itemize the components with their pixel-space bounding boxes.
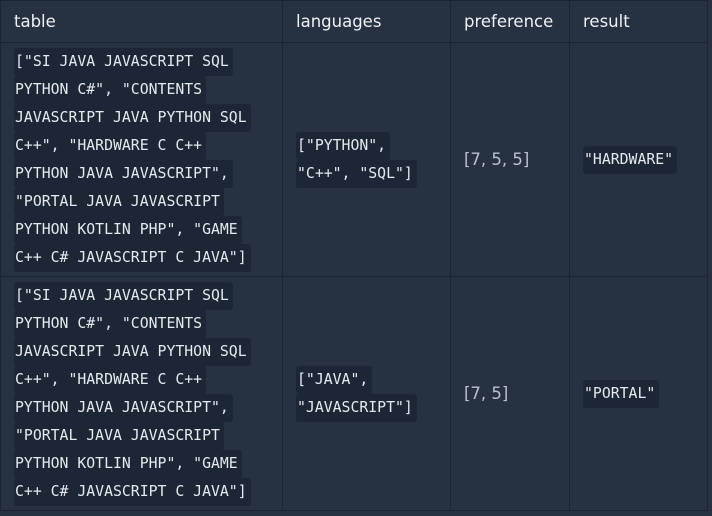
code-line: "PORTAL JAVA JAVASCRIPT <box>14 187 224 216</box>
code-line: ["SI JAVA JAVASCRIPT SQL <box>14 281 233 310</box>
code-line: ["PYTHON", <box>296 131 391 160</box>
code-line: ["SI JAVA JAVASCRIPT SQL <box>14 47 233 76</box>
test-case-table-panel: table languages preference result ["SI J… <box>0 0 712 516</box>
table-row: ["SI JAVA JAVASCRIPT SQL PYTHON C#", "CO… <box>0 276 708 511</box>
code-line: PYTHON JAVA JAVASCRIPT", <box>14 159 233 188</box>
code-line: "JAVASCRIPT"] <box>296 393 417 422</box>
code-line: C++", "HARDWARE C C++ <box>14 365 207 394</box>
preference-cell: [7, 5, 5] <box>450 42 570 277</box>
preference-value: [7, 5, 5] <box>464 150 530 169</box>
code-line: C++ C# JAVASCRIPT C JAVA"] <box>14 477 251 506</box>
header-row: table languages preference result <box>0 0 708 43</box>
table-row: ["SI JAVA JAVASCRIPT SQL PYTHON C#", "CO… <box>0 42 708 277</box>
code-line: PYTHON KOTLIN PHP", "GAME <box>14 215 242 244</box>
languages-value: ["PYTHON", "C++", "SQL"] <box>296 131 450 188</box>
code-line: ["JAVA", <box>296 365 373 394</box>
column-header-table: table <box>0 0 283 43</box>
result-cell: "PORTAL" <box>569 276 708 511</box>
code-line: PYTHON JAVA JAVASCRIPT", <box>14 393 233 422</box>
table-cell: ["SI JAVA JAVASCRIPT SQL PYTHON C#", "CO… <box>0 42 283 277</box>
languages-value: ["JAVA", "JAVASCRIPT"] <box>296 365 450 422</box>
code-line: "HARDWARE" <box>583 145 678 174</box>
code-line: JAVASCRIPT JAVA PYTHON SQL <box>14 103 251 132</box>
result-cell: "HARDWARE" <box>569 42 708 277</box>
code-line: PYTHON C#", "CONTENTS <box>14 75 207 104</box>
test-case-table: table languages preference result ["SI J… <box>0 0 708 511</box>
table-value: ["SI JAVA JAVASCRIPT SQL PYTHON C#", "CO… <box>14 281 282 506</box>
result-value: "PORTAL" <box>583 379 707 408</box>
column-header-preference: preference <box>450 0 570 43</box>
code-line: PYTHON C#", "CONTENTS <box>14 309 207 338</box>
code-line: PYTHON KOTLIN PHP", "GAME <box>14 449 242 478</box>
column-header-result: result <box>569 0 708 43</box>
column-header-languages: languages <box>282 0 451 43</box>
code-line: C++", "HARDWARE C C++ <box>14 131 207 160</box>
code-line: C++ C# JAVASCRIPT C JAVA"] <box>14 243 251 272</box>
code-line: "PORTAL" <box>583 379 660 408</box>
languages-cell: ["PYTHON", "C++", "SQL"] <box>282 42 451 277</box>
result-value: "HARDWARE" <box>583 145 707 174</box>
code-line: "C++", "SQL"] <box>296 159 417 188</box>
preference-cell: [7, 5] <box>450 276 570 511</box>
code-line: "PORTAL JAVA JAVASCRIPT <box>14 421 224 450</box>
preference-value: [7, 5] <box>464 384 509 403</box>
languages-cell: ["JAVA", "JAVASCRIPT"] <box>282 276 451 511</box>
table-value: ["SI JAVA JAVASCRIPT SQL PYTHON C#", "CO… <box>14 47 282 272</box>
table-cell: ["SI JAVA JAVASCRIPT SQL PYTHON C#", "CO… <box>0 276 283 511</box>
code-line: JAVASCRIPT JAVA PYTHON SQL <box>14 337 251 366</box>
